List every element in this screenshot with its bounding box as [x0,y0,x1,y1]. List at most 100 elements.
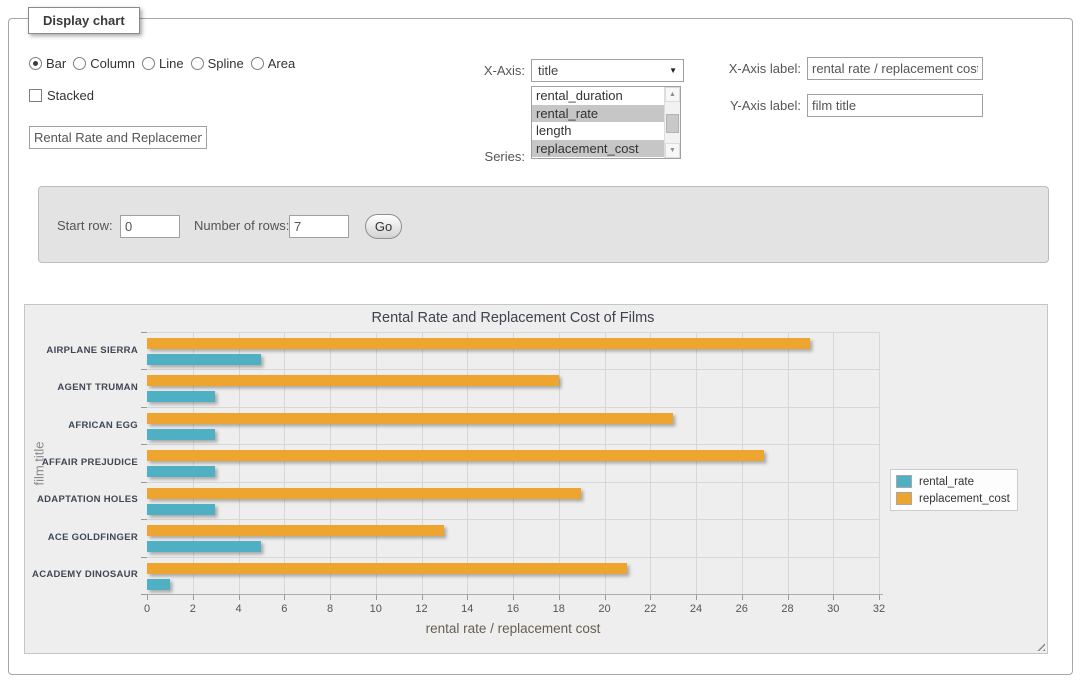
gridline-vertical [742,332,743,594]
y-axis-label-label: Y-Axis label: [709,98,801,113]
scrollbar-down-icon[interactable]: ▼ [665,143,680,158]
radio-label: Area [268,56,295,71]
number-of-rows-input[interactable] [289,215,349,238]
stacked-checkbox-row[interactable]: Stacked [29,88,94,103]
scrollbar-thumb[interactable] [666,114,679,132]
panel-title: Display chart [28,7,140,34]
bar-replacement_cost [147,375,559,386]
stacked-checkbox[interactable] [29,89,42,102]
radio-icon[interactable] [73,57,86,70]
gridline-vertical [513,332,514,594]
radio-column[interactable]: Column [73,56,135,71]
bar-replacement_cost [147,413,673,424]
chart-container: Rental Rate and Replacement Cost of Film… [24,304,1048,654]
radio-spline[interactable]: Spline [191,56,244,71]
x-axis-tick [239,595,240,600]
y-axis-tick [141,444,147,445]
x-tick-label: 18 [539,603,579,615]
gridline-vertical [239,332,240,594]
gridline-vertical [650,332,651,594]
bar-replacement_cost [147,488,581,499]
gridline-vertical [376,332,377,594]
legend-item: rental_rate [896,475,1010,488]
chart-legend: rental_rate replacement_cost [890,469,1018,511]
start-row-input[interactable] [120,215,180,238]
gridline-vertical [605,332,606,594]
x-tick-label: 26 [722,603,762,615]
radio-area[interactable]: Area [251,56,295,71]
x-axis-label-label: X-Axis label: [709,61,801,76]
number-of-rows-label: Number of rows: [194,218,289,233]
x-tick-label: 20 [585,603,625,615]
x-axis-label-input[interactable] [807,57,983,80]
radio-line[interactable]: Line [142,56,184,71]
resize-handle-icon[interactable] [1034,640,1045,651]
x-axis-tick [559,595,560,600]
radio-icon[interactable] [191,57,204,70]
x-tick-label: 32 [859,603,899,615]
radio-icon[interactable] [142,57,155,70]
chart-title: Rental Rate and Replacement Cost of Film… [147,310,879,326]
bar-rental_rate [147,541,261,552]
x-axis-line [147,594,883,595]
bar-rental_rate [147,466,215,477]
legend-item: replacement_cost [896,492,1010,505]
x-axis-tick [879,595,880,600]
bar-replacement_cost [147,563,627,574]
bar-rental_rate [147,429,215,440]
gridline-horizontal [147,557,879,558]
x-axis-title: rental rate / replacement cost [147,621,879,636]
radio-label: Bar [46,56,66,71]
x-axis-tick [650,595,651,600]
scrollbar-up-icon[interactable]: ▲ [665,87,680,102]
bar-rental_rate [147,504,215,515]
x-tick-label: 24 [676,603,716,615]
y-axis-tick [141,594,147,595]
start-row-label: Start row: [57,218,113,233]
x-axis-tick [330,595,331,600]
bar-rental_rate [147,391,215,402]
series-listbox[interactable]: rental_durationrental_ratelengthreplacem… [531,86,681,159]
x-axis-tick [833,595,834,600]
series-option-rental_rate[interactable]: rental_rate [532,105,664,123]
gridline-horizontal [147,407,879,408]
radio-label: Line [159,56,184,71]
y-axis-tick [141,407,147,408]
gridline-horizontal [147,482,879,483]
x-axis-tick [696,595,697,600]
radio-icon[interactable] [29,57,42,70]
go-button[interactable]: Go [365,214,402,239]
gridline-horizontal [147,332,879,333]
gridline-vertical [193,332,194,594]
x-axis-tick [422,595,423,600]
gridline-vertical [559,332,560,594]
x-axis-select[interactable]: title ▼ [531,59,684,82]
x-tick-label: 0 [127,603,167,615]
radio-label: Column [90,56,135,71]
series-option-length[interactable]: length [532,122,664,140]
y-axis-label-input[interactable] [807,94,983,117]
series-scrollbar[interactable]: ▲ ▼ [664,87,680,158]
x-axis-select-label: X-Axis: [449,63,525,78]
chart-type-radio-group: Bar Column Line Spline Area [29,56,295,71]
x-tick-label: 30 [813,603,853,615]
legend-swatch [896,492,912,505]
x-tick-label: 16 [493,603,533,615]
x-axis-tick [742,595,743,600]
series-option-replacement_cost[interactable]: replacement_cost [532,140,664,158]
gridline-vertical [467,332,468,594]
scrollbar-track[interactable] [665,102,680,143]
series-option-rental_duration[interactable]: rental_duration [532,87,664,105]
radio-label: Spline [208,56,244,71]
x-tick-label: 10 [356,603,396,615]
display-chart-panel: BarColumnLineSplineArea Stacked X-Axis: … [8,18,1073,675]
bar-replacement_cost [147,338,810,349]
gridline-vertical [284,332,285,594]
radio-icon[interactable] [251,57,264,70]
y-axis-tick [141,557,147,558]
bar-rental_rate [147,354,261,365]
chart-title-input[interactable] [29,126,207,149]
bar-replacement_cost [147,525,444,536]
x-axis-tick [605,595,606,600]
radio-bar[interactable]: Bar [29,56,66,71]
